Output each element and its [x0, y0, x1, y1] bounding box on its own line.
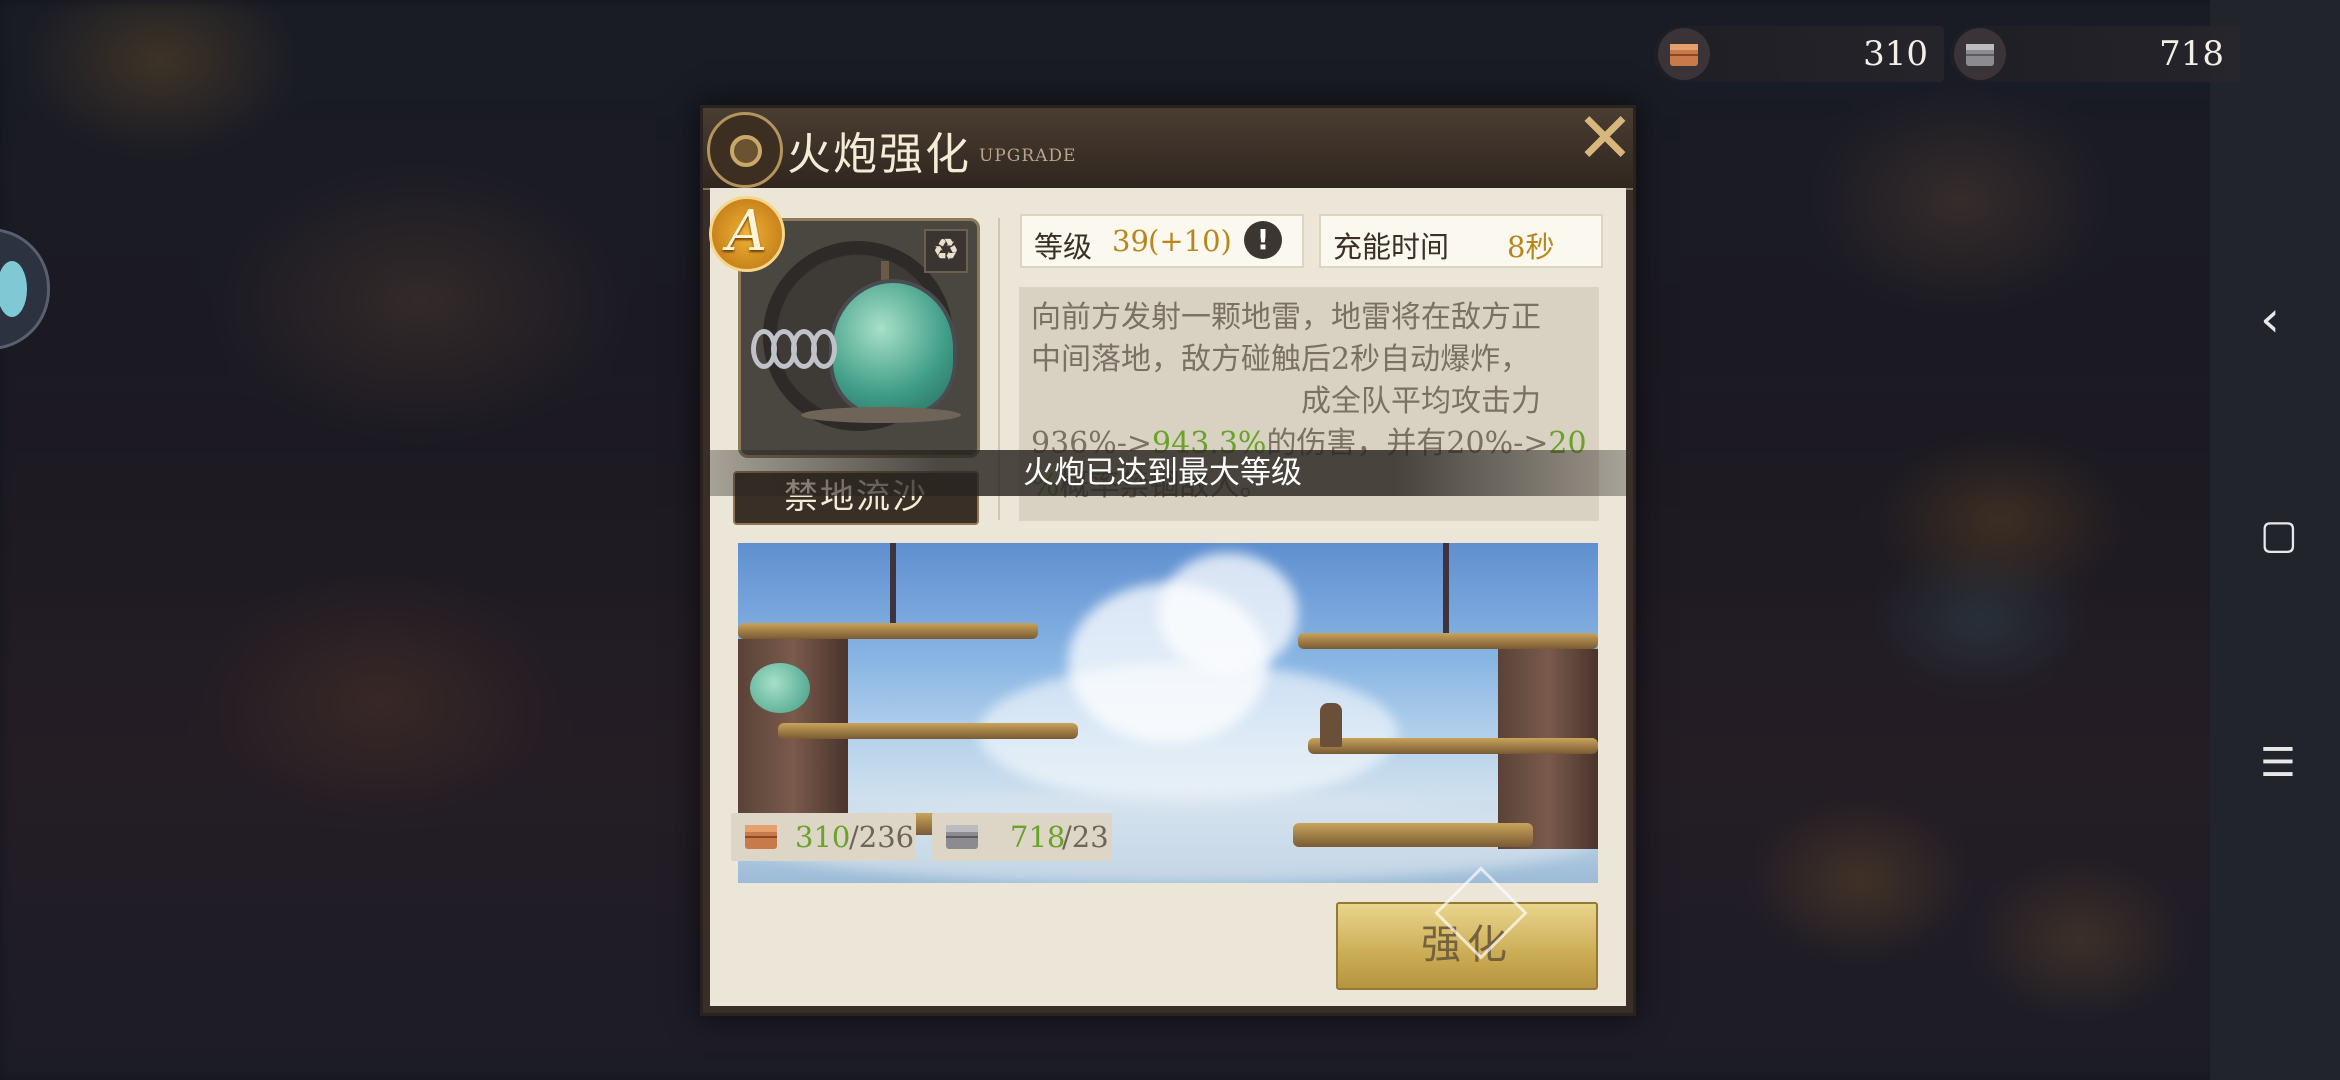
recycle-icon[interactable]: ♻	[924, 229, 968, 273]
desc-line: 中间落地，敌方碰触后2秒自动爆炸，	[1031, 342, 1531, 377]
hero-sprite	[1320, 703, 1342, 747]
level-info-icon[interactable]: !	[1244, 221, 1282, 259]
platform	[1293, 823, 1533, 847]
dialog-title: 火炮强化	[787, 129, 971, 180]
iron-ingot-icon	[1954, 28, 2006, 80]
copper-owned: 310	[795, 820, 851, 854]
platform	[778, 723, 1078, 739]
upgrade-button[interactable]: 强化	[1336, 866, 1598, 990]
iron-cost: 718 /23	[932, 813, 1112, 861]
barrel-ring	[811, 329, 837, 369]
mast	[890, 543, 896, 628]
desc-line: 成全队平均攻击力	[1301, 384, 1541, 419]
copper-cost: 310 /236	[731, 813, 916, 861]
iron-owned: 718	[1010, 820, 1066, 854]
currency-copper: 310	[1654, 26, 1944, 82]
level-value: 39	[1112, 224, 1149, 258]
menu-nav-icon[interactable]: ☰	[2260, 740, 2296, 786]
platform	[1298, 633, 1598, 649]
iron-ingot-icon	[938, 817, 986, 857]
cannon-base	[801, 407, 961, 423]
platform	[1308, 738, 1598, 754]
charge-time-label: 充能时间	[1333, 230, 1450, 264]
level-label: 等级	[1034, 230, 1093, 264]
currency-iron: 718	[1950, 26, 2240, 82]
max-level-toast: 火炮已达到最大等级	[710, 450, 1626, 496]
toast-message: 火炮已达到最大等级	[1023, 455, 1302, 491]
desc-line: 向前方发射一颗地雷，地雷将在敌方正	[1031, 300, 1541, 335]
close-button[interactable]: ✕	[1575, 103, 1635, 173]
avatar-face-icon	[0, 261, 27, 317]
charge-time-stat: 充能时间 8秒	[1319, 214, 1603, 268]
dialog-subtitle: UPGRADE	[979, 146, 1077, 166]
copper-ingot-icon	[737, 817, 785, 857]
copper-amount: 310	[1863, 34, 1928, 74]
cannon-sprite	[750, 663, 810, 713]
cannon-upgrade-dialog: 火炮强化 UPGRADE ✕ ♻ A 禁地流沙 等级 39 (+10) ! 充能…	[700, 103, 1636, 1016]
iron-required: /23	[1062, 820, 1109, 854]
grade-badge: A	[709, 196, 785, 272]
mast	[1443, 543, 1449, 638]
copper-ingot-icon	[1658, 28, 1710, 80]
gear-emblem-icon	[707, 112, 783, 188]
cloud	[1158, 553, 1298, 673]
back-nav-icon[interactable]: ‹	[2260, 290, 2280, 348]
charge-time-value: 8秒	[1507, 230, 1555, 264]
iron-amount: 718	[2159, 34, 2224, 74]
home-nav-icon[interactable]: ▢	[2260, 512, 2298, 558]
dialog-header: 火炮强化 UPGRADE	[703, 108, 1633, 190]
level-bonus: (+10)	[1148, 224, 1232, 258]
cannon-barrel	[751, 329, 851, 369]
platform	[738, 623, 1038, 639]
level-stat: 等级 39 (+10) !	[1020, 214, 1304, 268]
copper-required: /236	[849, 820, 915, 854]
